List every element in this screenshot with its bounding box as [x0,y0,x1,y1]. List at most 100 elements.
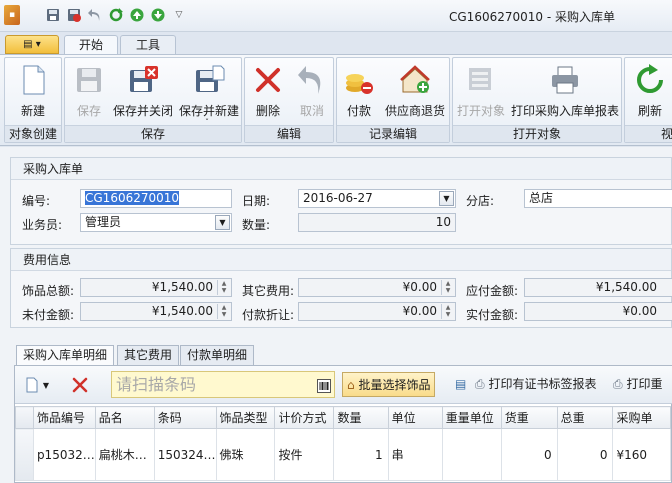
document-area: 采购入库单 编号: CG1606270010 日期: 2016-06-27 ▼ 分… [0,147,672,483]
grid-cell[interactable]: 串 [387,428,443,481]
group-save: 保存 保存并关闭 保存并新建 ˇ 保存 [64,57,242,143]
chevron-down-icon[interactable]: ▼ [439,191,454,206]
qty-field: 10 [298,213,456,232]
grid-cell[interactable]: 佛珠 [215,428,276,481]
actual-paid-label: 实付金额: [466,308,519,322]
barcode-scan-input[interactable]: 请扫描条码 [111,371,335,398]
delete-button[interactable]: 删除 [247,58,289,124]
column-header[interactable]: 品名 [94,406,155,429]
code-label: 编号: [22,194,51,208]
tab-tools[interactable]: 工具 [120,35,176,54]
save-close-icon[interactable] [65,6,83,24]
date-label: 日期: [242,194,271,208]
group-open: 打开对象 打印采购入库单报表 打开对象 [452,57,622,143]
group-create: 新建 对象创建 [4,57,62,143]
column-header[interactable]: 数量 [333,406,389,429]
undo-button[interactable]: 取消 [291,58,333,124]
tab-purchase-detail[interactable]: 采购入库单明细 [16,345,115,366]
print-cert-label-button[interactable]: ⎙ 打印有证书标签报表 [475,372,596,397]
chevron-down-icon[interactable]: ▼ [215,215,230,230]
window-title: CG1606270010 - 采购入库单 [449,10,615,24]
save-close-button[interactable]: 保存并关闭 [111,58,175,124]
ribbon-tab-bar: ▤ ▾ 开始 工具 [0,32,672,55]
grid-cell[interactable]: 1 [333,428,389,481]
column-header[interactable]: 单位 [387,406,443,429]
print-weight-button[interactable]: ⎙ 打印重 [613,372,662,397]
group-view: 刷新 视 [624,57,672,143]
refresh-icon[interactable] [107,6,125,24]
customize-qat-icon[interactable]: ▽ [170,6,188,24]
discount-label: 付款折让: [242,308,295,322]
grid-cell[interactable]: 0 [500,428,558,481]
grid-cell[interactable]: 按件 [274,428,335,481]
tab-start[interactable]: 开始 [64,35,118,55]
grid-cell[interactable] [441,428,502,481]
new-row-button[interactable]: ▼ [25,372,49,397]
column-header[interactable]: 总重 [556,406,614,429]
column-header[interactable]: 条码 [153,406,217,429]
spinner-icon[interactable]: ▲ ▼ [217,304,230,319]
detail-grid[interactable]: 饰品编号 品名 条码 饰品类型 计价方式 数量 单位 重量单位 货重 总重 采购… [15,406,671,481]
barcode-icon[interactable] [317,379,331,393]
qty-label: 数量: [242,218,271,232]
total-amount-field: ¥1,540.00 ▲ ▼ [80,278,232,297]
new-button[interactable]: 新建 [7,58,59,124]
house-add-icon [400,65,430,93]
tab-payment-detail[interactable]: 付款单明细 [180,345,255,365]
detail-toolbar: ▼ 请扫描条码 ⌂ 批量选择饰品 ▤ ⎙ 打印有证书标签报表 ⎙ 打印重 [15,366,672,404]
date-picker[interactable]: 2016-06-27 ▼ [298,189,456,208]
print-report-button[interactable]: 打印采购入库单报表 [509,58,621,124]
batch-select-button[interactable]: ⌂ 批量选择饰品 [342,372,436,397]
arrow-down-icon[interactable] [149,6,167,24]
save-button[interactable]: 保存 [67,58,111,124]
supplier-return-button[interactable]: 供应商退货 [381,58,449,124]
column-header[interactable]: 采购单 [612,406,671,429]
ribbon: 新建 对象创建 保存 保存并关闭 保存并新建 ˇ 保存 删除 取消 编辑 付款 … [0,54,672,146]
pay-button[interactable]: 付款 [339,58,379,124]
table-row[interactable]: p15032… 扁桃木… 150324… 佛珠 按件 1 串 0 0 ¥160 [15,428,671,481]
table-icon: ▤ [455,377,467,391]
printer-icon [552,66,578,94]
total-label: 饰品总额: [22,284,75,298]
grid-cell[interactable]: 0 [556,428,614,481]
tab-other-fees[interactable]: 其它费用 [117,345,180,365]
arrow-up-icon[interactable] [128,6,146,24]
save-new-button[interactable]: 保存并新建 ˇ [177,58,241,127]
undo-arrow-icon [298,66,321,94]
undo-icon[interactable] [86,6,104,24]
column-header[interactable]: 计价方式 [274,406,335,429]
printer-icon: ⎙ [613,377,623,391]
column-header[interactable]: 饰品编号 [32,406,96,429]
section-title: 采购入库单 [11,158,671,180]
new-document-icon [26,377,38,392]
spinner-icon[interactable]: ▲ ▼ [441,280,454,295]
row-indicator[interactable] [15,428,34,481]
open-object-button[interactable]: 打开对象 [455,58,507,124]
column-header[interactable]: 货重 [500,406,558,429]
clerk-label: 业务员: [22,218,63,232]
grid-cell[interactable]: p15032… [32,428,96,481]
code-field[interactable]: CG1606270010 [80,189,232,208]
spinner-icon[interactable]: ▲ ▼ [441,304,454,319]
delete-row-button[interactable] [71,372,89,397]
house-icon: ⌂ [347,378,355,392]
grid-cell[interactable]: ¥160 [612,428,671,481]
app-menu-button[interactable]: ▤ ▾ [5,35,59,54]
grid-options-button[interactable]: ▤ [455,372,466,397]
column-header[interactable]: 重量单位 [441,406,502,429]
quick-access-toolbar: ▽ [44,6,188,24]
branch-select[interactable]: 总店 [524,189,672,208]
actual-paid-field: ¥0.00 [524,302,672,321]
save-icon[interactable] [44,6,62,24]
group-edit: 删除 取消 编辑 [244,57,334,143]
grid-cell[interactable]: 扁桃木… [94,428,155,481]
detail-panel: ▼ 请扫描条码 ⌂ 批量选择饰品 ▤ ⎙ 打印有证书标签报表 ⎙ 打印重 饰品编… [14,365,672,483]
grid-cell[interactable]: 150324… [153,428,217,481]
refresh-button[interactable]: 刷新 [627,58,672,124]
column-header[interactable]: 饰品类型 [215,406,276,429]
clerk-select[interactable]: 管理员 ▼ [80,213,232,232]
app-logo-icon[interactable]: ▪ [4,5,20,25]
discount-field: ¥0.00 ▲ ▼ [298,302,456,321]
open-object-icon [469,68,491,90]
spinner-icon[interactable]: ▲ ▼ [217,280,230,295]
